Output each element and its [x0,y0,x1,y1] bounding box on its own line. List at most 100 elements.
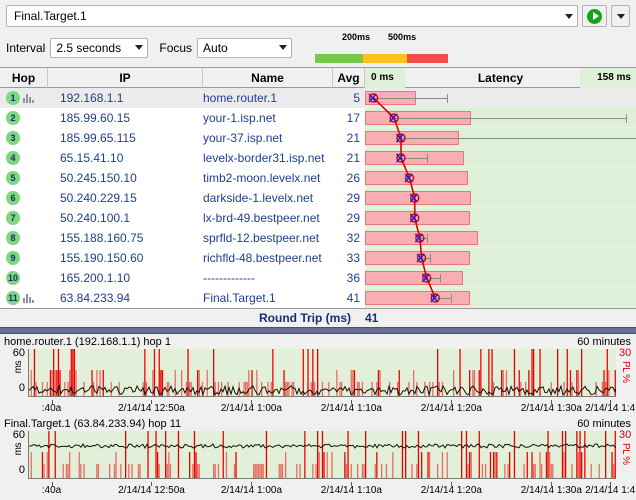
hop-badge: 7 [6,211,20,225]
timeline-graph-panel[interactable]: Final.Target.1 (63.84.233.94) hop 1160 m… [0,416,636,498]
column-header-hop[interactable]: Hop [0,68,48,88]
hop-name: home.router.1 [203,88,333,108]
chevron-down-icon[interactable] [565,14,573,19]
hop-avg: 36 [333,268,365,288]
hop-avg: 32 [333,228,365,248]
hop-name: your-1.isp.net [203,108,333,128]
table-row[interactable]: 8155.188.160.75sprfld-12.bestpeer.net32 [0,228,636,248]
latency-whisker [402,158,428,159]
hop-latency-cell[interactable] [365,288,636,308]
latency-whisker [395,118,627,119]
x-axis-label: 2/14/14 1:20a [421,403,482,414]
column-header-ip[interactable]: IP [48,68,203,88]
hop-cell: 9 [0,248,48,268]
right-axis-max: 30 [619,347,631,359]
y-axis-max: 60 [13,347,25,359]
chevron-down-icon [617,14,625,19]
table-row[interactable]: 1192.168.1.1home.router.15 [0,88,636,108]
hop-latency-cell[interactable] [365,208,636,228]
start-trace-button[interactable] [582,5,607,27]
hop-name: richfld-48.bestpeer.net [203,248,333,268]
latency-whisker-cap [430,254,431,263]
latency-whisker-cap [451,294,452,303]
hop-name: your-37.isp.net [203,128,333,148]
x-axis-label: :40a [42,485,61,496]
hop-cell: 3 [0,128,48,148]
hop-badge: 9 [6,251,20,265]
x-axis-label: 2/14/14 12:50a [118,403,185,414]
hop-cell: 5 [0,168,48,188]
graph-plot-area[interactable] [28,431,616,479]
table-row[interactable]: 10165.200.1.10-------------36 [0,268,636,288]
latency-bar [365,171,468,185]
start-options-dropdown-button[interactable] [611,5,630,27]
hop-cell: 11 [0,288,48,308]
hop-table: Hop IP Name Avg 0 ms Latency 158 ms 1192… [0,67,636,327]
hop-ip: 155.188.160.75 [48,228,203,248]
toolbar: Final.Target.1 Interval 2.5 seconds Focu… [0,0,636,67]
hop-latency-cell[interactable] [365,248,636,268]
table-row[interactable]: 2 185.99.60.15your-1.isp.net17 [0,108,636,128]
hop-latency-cell[interactable] [365,268,636,288]
toolbar-row-options: Interval 2.5 seconds Focus Auto 200ms 50… [6,32,630,63]
table-row[interactable]: 1163.84.233.94Final.Target.141 [0,288,636,308]
hop-avg: 26 [333,168,365,188]
hop-avg: 5 [333,88,365,108]
chevron-down-icon [135,45,143,50]
hop-latency-cell[interactable] [365,188,636,208]
panel-splitter[interactable] [0,327,636,334]
graph-y-axis: 60ms0 [0,349,27,399]
table-row[interactable]: 465.15.41.10levelx-border31.isp.net21 [0,148,636,168]
hop-latency-cell[interactable] [365,148,636,168]
table-row[interactable]: 550.245.150.10timb2-moon.levelx.net26 [0,168,636,188]
x-axis-label: 2/14/14 1:4 [585,403,635,414]
hop-ip: 185.99.60.15 [48,108,203,128]
latency-whisker [402,138,636,139]
latency-bar [365,271,463,285]
hop-graph-icon[interactable] [23,94,34,103]
column-header-avg[interactable]: Avg [333,68,365,88]
latency-whisker-cap [427,234,428,243]
hop-cell: 10 [0,268,48,288]
table-row[interactable]: 650.240.229.15darkside-1.levelx.net29 [0,188,636,208]
hop-latency-cell[interactable] [365,128,636,148]
y-axis-max: 60 [13,429,25,441]
hop-latency-cell[interactable] [365,88,636,108]
hop-ip: 50.240.100.1 [48,208,203,228]
column-header-name[interactable]: Name [203,68,333,88]
target-combobox[interactable]: Final.Target.1 [6,5,578,27]
graph-plot-area[interactable] [28,349,616,397]
hop-graph-icon[interactable] [23,294,34,303]
graph-series [29,431,616,478]
column-header-latency[interactable]: 0 ms Latency 158 ms [365,68,636,88]
table-row[interactable]: 3185.99.65.115your-37.isp.net21 [0,128,636,148]
hop-badge: 6 [6,191,20,205]
y-axis-unit: ms [13,361,24,373]
chevron-down-icon [279,45,287,50]
latency-whisker-cap [427,154,428,163]
hop-cell: 7 [0,208,48,228]
hop-ip: 50.245.150.10 [48,168,203,188]
hop-latency-cell[interactable] [365,228,636,248]
interval-label: Interval [6,41,45,55]
hop-latency-cell[interactable] [365,168,636,188]
pingplotter-window: Final.Target.1 Interval 2.5 seconds Focu… [0,0,636,500]
hop-table-body: 1192.168.1.1home.router.15 2 185.99.60.15y… [0,88,636,308]
interval-select[interactable]: 2.5 seconds [50,38,148,58]
hop-name: Final.Target.1 [203,288,333,308]
table-row[interactable]: 750.240.100.1lx-brd-49.bestpeer.net29 [0,208,636,228]
round-trip-footer: Round Trip (ms) 41 [0,308,636,327]
timeline-graph-panel[interactable]: home.router.1 (192.168.1.1) hop 160 minu… [0,334,636,416]
hop-latency-cell[interactable] [365,108,636,128]
focus-select[interactable]: Auto [197,38,292,58]
latency-axis-min: 0 ms [371,72,394,83]
table-row[interactable]: 9155.190.150.60richfld-48.bestpeer.net33 [0,248,636,268]
hop-badge: 3 [6,131,20,145]
legend-threshold-1: 200ms [342,32,370,42]
latency-color-legend: 200ms 500ms [315,32,448,63]
hop-badge: 2 [6,111,20,125]
timeline-graphs: home.router.1 (192.168.1.1) hop 160 minu… [0,334,636,498]
hop-ip: 65.15.41.10 [48,148,203,168]
hop-avg: 17 [333,108,365,128]
x-axis-label: 2/14/14 1:10a [321,485,382,496]
